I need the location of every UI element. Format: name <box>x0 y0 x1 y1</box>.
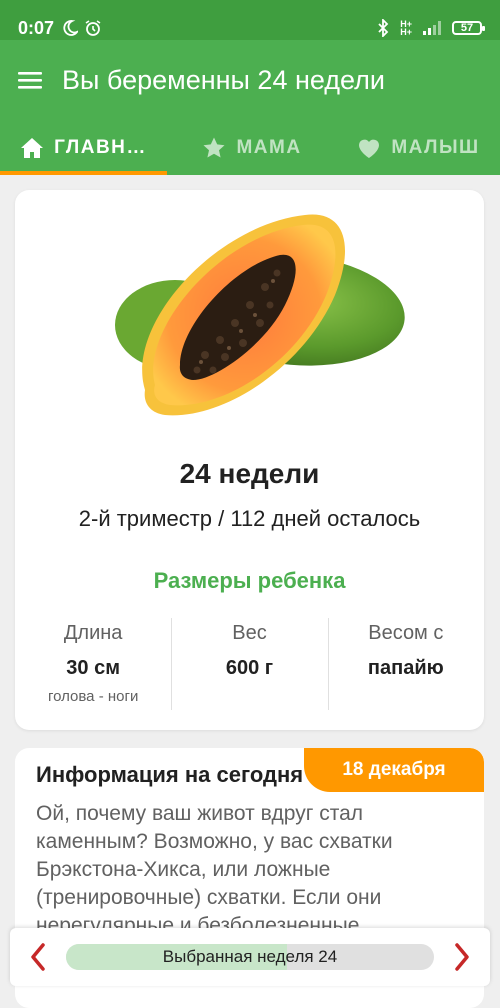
app-bar: Вы беременны 24 недели <box>0 40 500 120</box>
tab-main-label: ГЛАВН… <box>54 136 147 158</box>
papaya-image <box>105 205 405 435</box>
heart-icon <box>359 139 380 158</box>
chevron-right-icon <box>455 943 469 971</box>
moon-icon <box>63 20 79 36</box>
stat-comparison: Весом с папайю <box>327 618 484 710</box>
selected-week-bar[interactable]: Выбранная неделя 24 <box>66 944 434 970</box>
status-time: 0:07 <box>18 17 55 38</box>
daily-info-title: Информация на сегодня <box>36 762 304 787</box>
stat-length-value: 30 см <box>66 657 121 679</box>
stat-comparison-value: папайю <box>367 657 444 679</box>
stat-length-label: Длина <box>63 622 123 644</box>
trimester-info: 2-й триместр / 112 дней осталось <box>78 506 421 531</box>
bluetooth-icon <box>378 19 389 37</box>
home-icon <box>21 137 44 158</box>
stat-weight: Вес 600 г <box>171 618 327 710</box>
chevron-left-icon <box>31 943 45 971</box>
page-title: Вы беременны 24 недели <box>62 64 386 95</box>
stat-weight-label: Вес <box>232 622 267 644</box>
daily-info-text: Ой, почему ваш живот вдруг стал каменным… <box>36 802 393 937</box>
tab-mom-label: МАМА <box>236 136 302 158</box>
selected-week-label: Выбранная неделя 24 <box>162 947 338 966</box>
tab-main[interactable]: ГЛАВН… <box>0 120 167 175</box>
alarm-icon <box>85 20 101 36</box>
tab-mom[interactable]: МАМА <box>167 120 337 175</box>
menu-button[interactable] <box>0 40 60 120</box>
stat-length: Длина 30 см голова - ноги <box>15 618 171 710</box>
tab-baby[interactable]: МАЛЫШ <box>337 120 500 175</box>
week-title: 24 недели <box>179 458 320 489</box>
signal-icon <box>423 21 441 35</box>
baby-stats: Длина 30 см голова - ноги Вес 600 г Весо… <box>15 618 484 710</box>
hamburger-icon <box>18 72 42 89</box>
stat-comparison-label: Весом с <box>368 622 444 644</box>
star-icon <box>203 137 225 157</box>
network-type: H+ H+ <box>400 19 412 37</box>
stat-length-note: голова - ноги <box>47 688 139 705</box>
baby-sizes-heading: Размеры ребенка <box>153 568 346 593</box>
battery-icon: 57 <box>452 21 485 35</box>
week-card: 24 недели 2-й триместр / 112 дней остало… <box>15 190 484 730</box>
stat-weight-value: 600 г <box>225 657 274 679</box>
next-week-button[interactable] <box>434 928 490 986</box>
tab-baby-label: МАЛЫШ <box>391 136 480 158</box>
date-badge: 18 декабря <box>304 748 484 792</box>
week-selector: Выбранная неделя 24 <box>10 928 490 986</box>
tab-bar: ГЛАВН… МАМА МАЛЫШ <box>0 120 500 175</box>
previous-week-button[interactable] <box>10 928 66 986</box>
